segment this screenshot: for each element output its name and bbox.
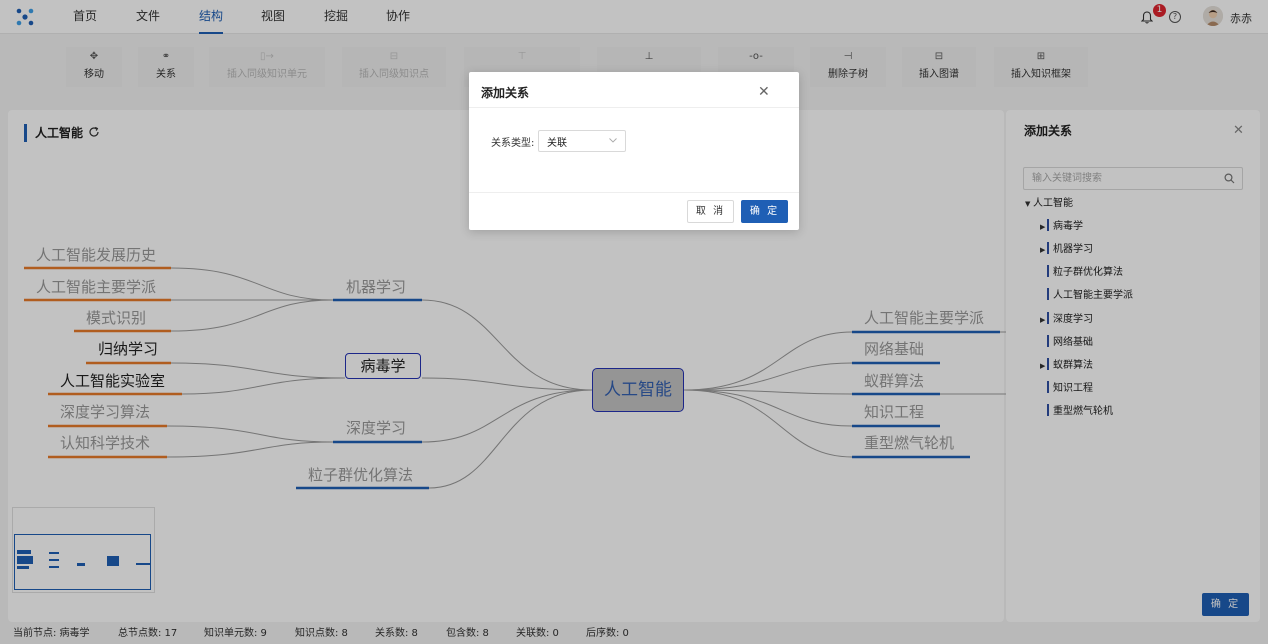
divider: [469, 192, 799, 193]
relation-type-label: 关系类型:: [491, 138, 535, 149]
chevron-down-icon: [609, 138, 617, 143]
dialog-title: 添加关系: [481, 86, 530, 100]
relation-type-value: 关联: [547, 138, 567, 149]
close-icon[interactable]: ✕: [758, 84, 770, 100]
add-relation-dialog: 添加关系 ✕ 关系类型: 关联 取 消 确 定: [469, 72, 799, 230]
relation-type-select[interactable]: 关联: [538, 130, 626, 152]
confirm-button[interactable]: 确 定: [741, 200, 788, 223]
divider: [469, 107, 799, 108]
cancel-button[interactable]: 取 消: [687, 200, 734, 223]
